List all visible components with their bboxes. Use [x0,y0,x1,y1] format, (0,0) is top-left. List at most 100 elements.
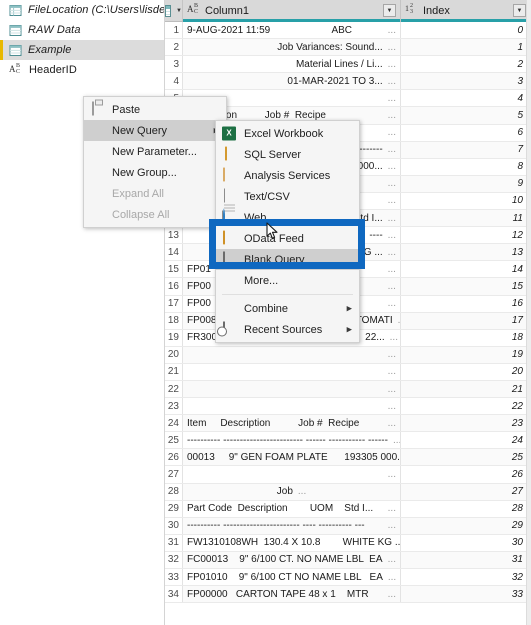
cell-index[interactable]: 0 [401,22,531,38]
table-row[interactable]: 28 Job... 27 [165,483,531,501]
submenu-item-excel-workbook[interactable]: X Excel Workbook [216,123,359,144]
query-item-example[interactable]: Example [0,40,164,60]
cell-index[interactable]: 23 [401,415,531,431]
cell-index[interactable]: 24 [401,432,531,448]
cell-column1[interactable]: FP01010 9" 6/100 CT NO NAME LBL EA... [183,569,401,586]
submenu-item-web[interactable]: Web [216,207,359,228]
table-row[interactable]: 32 FC00013 9" 6/100 CT. NO NAME LBL EA...… [165,551,531,569]
table-row[interactable]: 31FW1310108WH 130.4 X 10.8 WHITE KG ....… [165,534,531,552]
grid-select-all-cell[interactable]: ▼ [165,0,183,21]
cell-index[interactable]: 16 [401,296,531,312]
cell-column1[interactable]: FP00000 CARTON TAPE 48 x 1 MTR... [183,586,401,603]
cell-column1[interactable]: Job... [183,483,401,500]
table-row[interactable]: 30 ---------- ----------------------- ---… [165,517,531,535]
cell-column1[interactable]: ... [183,380,401,398]
cell-truncation-ellipsis: ... [392,434,401,446]
cell-column1[interactable]: ---------- ------------------------ ----… [183,432,401,449]
cell-index[interactable]: 3 [401,73,531,89]
cell-index[interactable]: 27 [401,484,531,500]
cell-index[interactable]: 13 [401,244,531,260]
cell-index[interactable]: 1 [401,39,531,55]
column-header-index[interactable]: 123 Index ▼ [401,0,531,22]
chevron-down-icon[interactable]: ▼ [176,8,182,14]
cell-column1[interactable]: 01-MAR-2021 TO 3...... [183,73,401,90]
submenu-item-recent-sources[interactable]: Recent Sources ▶ [216,319,359,340]
cell-index[interactable]: 10 [401,193,531,209]
cell-column1[interactable]: FW1310108WH 130.4 X 10.8 WHITE KG ...... [183,534,401,551]
table-row[interactable]: 25 ---------- ------------------------ --… [165,432,531,450]
table-row[interactable]: 1 9-AUG-2021 11:59 ABC... 0 [165,22,531,40]
cell-index[interactable]: 29 [401,518,531,534]
table-row[interactable]: 34 FP00000 CARTON TAPE 48 x 1 MTR... 33 [165,586,531,604]
cell-index[interactable]: 12 [401,227,531,243]
cell-index[interactable]: 32 [401,569,531,585]
submenu-item-text-csv[interactable]: Text/CSV [216,186,359,224]
cell-index[interactable]: 4 [401,90,531,106]
cell-index[interactable]: 19 [401,347,531,363]
cell-index[interactable]: 22 [401,398,531,414]
cell-column1[interactable]: ... [183,363,401,380]
cell-column1[interactable]: FC00013 9" 6/100 CT. NO NAME LBL EA... [183,551,401,568]
cell-index[interactable]: 7 [401,142,531,158]
cell-index[interactable]: 5 [401,107,531,123]
cell-index[interactable]: 9 [401,176,531,192]
cell-column1[interactable]: ---------- ----------------------- ---- … [183,517,401,534]
submenu-item-odata-feed[interactable]: OData Feed [216,228,359,249]
cell-column1[interactable]: ... [183,466,401,483]
table-row[interactable]: 21... 20 [165,363,531,381]
cell-column1[interactable]: 9-AUG-2021 11:59 ABC... [183,22,401,39]
cell-index[interactable]: 31 [401,552,531,568]
menu-item-new-query[interactable]: New Query ▶ [84,120,226,141]
cell-column1[interactable]: Job Variances: Sound...... [183,39,401,56]
table-row[interactable]: 20... 19 [165,346,531,364]
submenu-item-more[interactable]: More... [216,270,359,291]
table-row[interactable]: 27... 26 [165,466,531,484]
submenu-item-blank-query[interactable]: Blank Query [216,249,359,270]
cell-column1[interactable]: Material Lines / Li...... [183,56,401,73]
cell-index[interactable]: 8 [401,159,531,175]
table-row[interactable]: 3 Material Lines / Li...... 2 [165,56,531,74]
cell-index[interactable]: 25 [401,449,531,465]
cell-index[interactable]: 18 [401,330,531,346]
menu-item-new-parameter[interactable]: New Parameter... [84,141,226,162]
column-filter-caret-icon[interactable]: ▼ [383,4,396,17]
table-row[interactable]: 2 Job Variances: Sound...... 1 [165,39,531,57]
cell-column1[interactable]: 00013 9" GEN FOAM PLATE 193305 000...... [183,449,401,466]
query-item-filelocation[interactable]: FileLocation (C:\Users\lisde... [0,0,164,20]
table-row[interactable]: 23... 22 [165,398,531,416]
column-header-column1[interactable]: ABC Column1 ▼ [183,0,401,22]
context-menu[interactable]: Paste New Query ▶ New Parameter... New G… [83,96,227,228]
table-row[interactable]: 24 Item Description Job # Recipe... 23 [165,415,531,433]
menu-item-new-group[interactable]: New Group... [84,162,226,183]
cell-column1[interactable]: ... [183,398,401,415]
submenu-item-combine[interactable]: Combine ▶ [216,298,359,319]
query-item-raw-data[interactable]: RAW Data [0,20,164,40]
cell-index[interactable]: 17 [401,313,531,329]
submenu-item-analysis-services[interactable]: Analysis Services [216,165,359,186]
menu-item-paste[interactable]: Paste [84,99,226,120]
cell-index[interactable]: 11 [401,210,531,226]
cell-column1[interactable]: Part Code Description UOM Std I...... [183,500,401,517]
cell-index[interactable]: 28 [401,501,531,517]
new-query-submenu[interactable]: X Excel Workbook SQL Server Analysis Ser… [215,120,360,343]
table-row[interactable]: 22... 21 [165,380,531,399]
cell-column1[interactable]: Item Description Job # Recipe... [183,415,401,432]
cell-index[interactable]: 14 [401,261,531,277]
cell-index[interactable]: 6 [401,125,531,141]
cell-index[interactable]: 33 [401,586,531,602]
table-row[interactable]: 33 FP01010 9" 6/100 CT NO NAME LBL EA... 3… [165,569,531,587]
cell-index[interactable]: 2 [401,56,531,72]
table-row[interactable]: 29 Part Code Description UOM Std I...... 2… [165,500,531,518]
table-row[interactable]: 4 01-MAR-2021 TO 3...... 3 [165,73,531,91]
cell-index[interactable]: 30 [401,535,531,551]
cell-column1[interactable]: ... [183,346,401,363]
query-item-headerid[interactable]: ABC HeaderID [0,60,164,80]
column-filter-caret-icon[interactable]: ▼ [513,4,526,17]
cell-index[interactable]: 26 [401,466,531,482]
cell-truncation-ellipsis: ... [387,349,396,361]
cell-index[interactable]: 20 [401,364,531,380]
cell-index[interactable]: 21 [401,381,531,397]
table-row[interactable]: 2600013 9" GEN FOAM PLATE 193305 000....… [165,449,531,467]
submenu-item-sql-server[interactable]: SQL Server [216,144,359,165]
cell-index[interactable]: 15 [401,278,531,294]
